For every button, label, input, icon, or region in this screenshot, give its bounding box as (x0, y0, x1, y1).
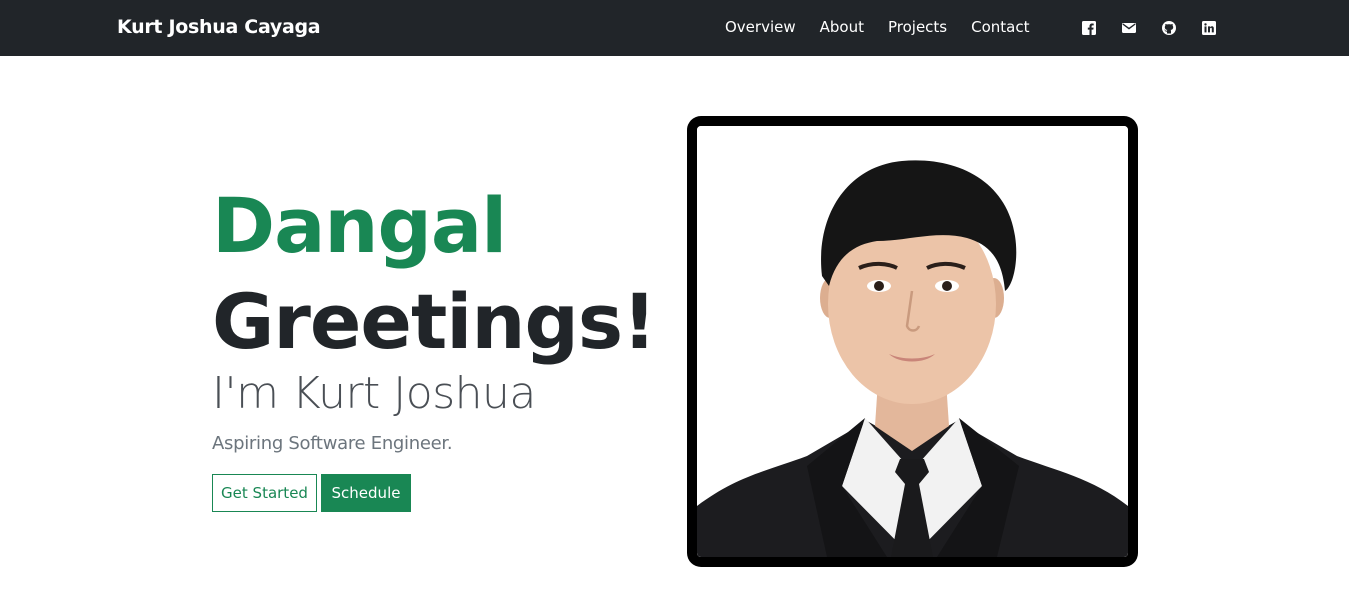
github-icon[interactable] (1162, 21, 1176, 35)
hero-intro-name: I'm Kurt Joshua (212, 368, 536, 419)
profile-photo (697, 126, 1128, 557)
social-links (1082, 21, 1216, 35)
schedule-button[interactable]: Schedule (321, 474, 411, 512)
hero-tagline: Aspiring Software Engineer. (212, 433, 453, 454)
hero-headline-greetings: Greetings! (212, 277, 657, 366)
facebook-icon[interactable] (1082, 21, 1096, 35)
profile-photo-frame (687, 116, 1138, 567)
nav-link-overview[interactable]: Overview (725, 18, 796, 36)
mail-icon[interactable] (1122, 21, 1136, 35)
get-started-button[interactable]: Get Started (212, 474, 317, 512)
nav-link-contact[interactable]: Contact (971, 18, 1029, 36)
nav-link-about[interactable]: About (820, 18, 864, 36)
top-navbar: Kurt Joshua Cayaga Overview About Projec… (0, 0, 1349, 56)
nav-link-projects[interactable]: Projects (888, 18, 947, 36)
linkedin-icon[interactable] (1202, 21, 1216, 35)
nav-links: Overview About Projects Contact (725, 18, 1029, 36)
hero-headline-greeting: Dangal (212, 181, 507, 270)
brand-name[interactable]: Kurt Joshua Cayaga (117, 16, 321, 38)
